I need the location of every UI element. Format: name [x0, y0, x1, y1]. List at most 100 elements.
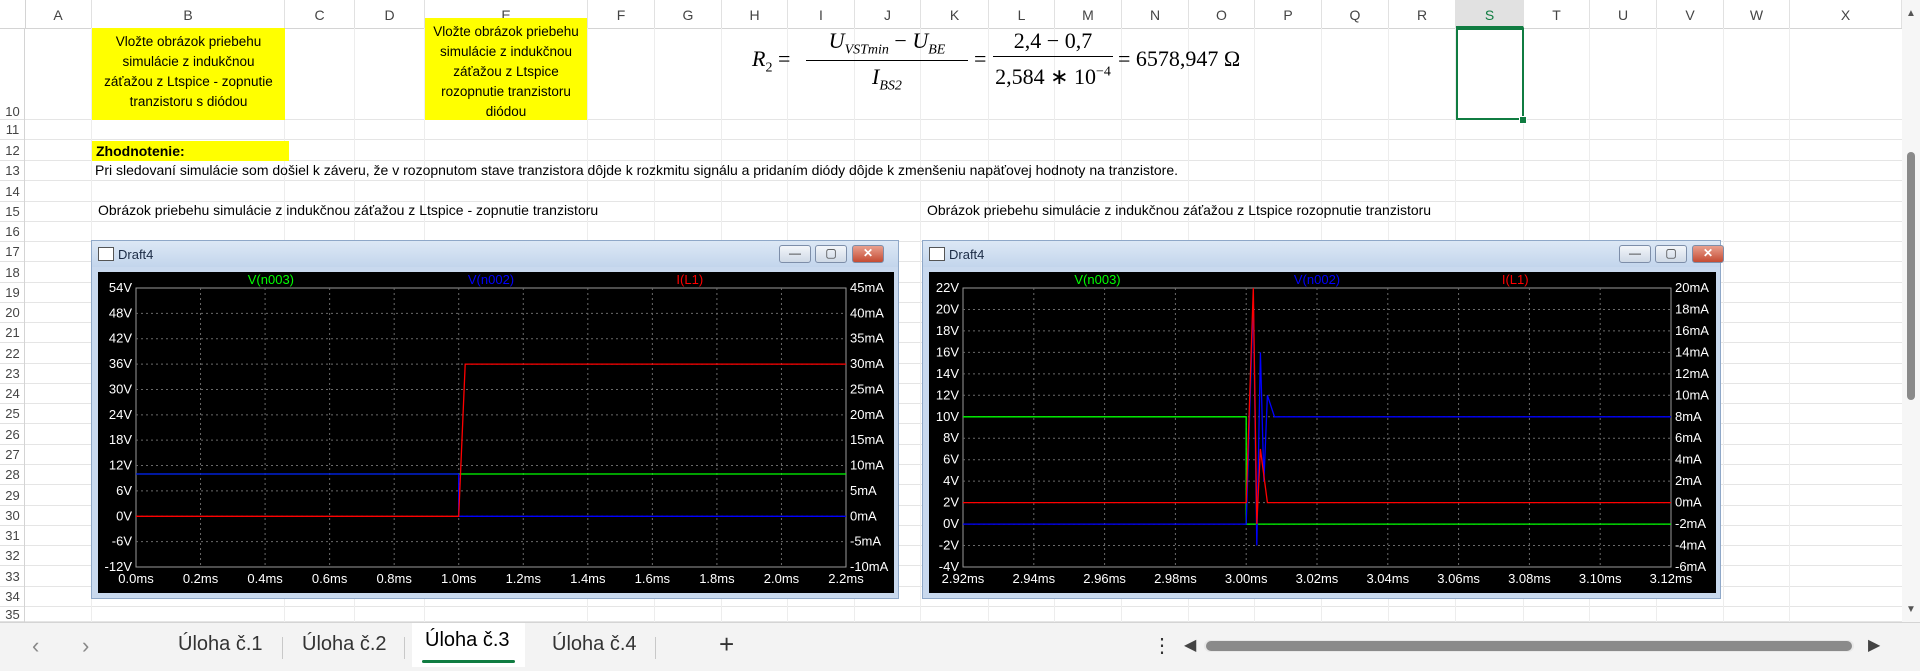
formula-lhs-sub: 2 — [765, 60, 773, 76]
scroll-thumb[interactable] — [1907, 152, 1915, 400]
maximize-button[interactable]: ▢ — [815, 245, 847, 263]
ltspice-window-left[interactable]: Draft4 — ▢ ✕ 0.0ms 0.2ms 0.4ms 0.6ms 0.8ms 1.… — [91, 240, 899, 599]
row-header-23[interactable]: 23 — [0, 364, 25, 384]
column-header-a[interactable]: A — [25, 0, 92, 28]
column-header-d[interactable]: D — [355, 0, 425, 28]
column-header-j[interactable]: J — [855, 0, 921, 28]
window-title: Draft4 — [118, 247, 154, 262]
ltspice-waveform-icon — [98, 247, 114, 261]
column-header-l[interactable]: L — [989, 0, 1055, 28]
row-header-13[interactable]: 13 — [0, 161, 25, 181]
y-right-tick-label: 25mA — [850, 381, 884, 396]
column-header-x[interactable]: X — [1790, 0, 1902, 28]
column-header-t[interactable]: T — [1524, 0, 1590, 28]
column-header-s[interactable]: S — [1456, 0, 1524, 28]
y-left-tick-label: 8V — [943, 430, 959, 445]
y-left-tick-label: -12V — [105, 559, 133, 574]
close-button[interactable]: ✕ — [852, 245, 884, 263]
hscroll-left-arrow[interactable]: ◀ — [1184, 635, 1196, 655]
column-header-w[interactable]: W — [1724, 0, 1790, 28]
column-header-p[interactable]: P — [1255, 0, 1322, 28]
window-titlebar[interactable]: Draft4 — ▢ ✕ — [92, 241, 898, 267]
x-tick-label: 0.6ms — [312, 571, 348, 586]
column-header-g[interactable]: G — [655, 0, 722, 28]
y-left-tick-label: 0V — [116, 508, 132, 523]
row-header-19[interactable]: 19 — [0, 283, 25, 303]
close-button[interactable]: ✕ — [1692, 245, 1724, 263]
sheet-tab-1[interactable]: Úloha č.1 — [178, 633, 263, 656]
prev-sheet-arrow[interactable]: ‹ — [32, 633, 39, 659]
row-header-29[interactable]: 29 — [0, 485, 25, 506]
y-right-tick-label: -6mA — [1675, 559, 1706, 574]
row-header-10[interactable]: 10 — [0, 28, 25, 120]
x-tick-label: 1.8ms — [699, 571, 735, 586]
y-right-tick-label: 12mA — [1675, 366, 1709, 381]
selected-cell-s10[interactable] — [1456, 28, 1524, 120]
row-header-34[interactable]: 34 — [0, 587, 25, 607]
column-header-u[interactable]: U — [1590, 0, 1657, 28]
row-header-11[interactable]: 11 — [0, 120, 25, 140]
evaluation-label-cell: Zhodnotenie: — [92, 141, 289, 161]
sheet-tab-3-active[interactable]: Úloha č.3 — [412, 623, 525, 667]
ltspice-window-right[interactable]: Draft4 — ▢ ✕ 2.92ms 2.94ms 2.96ms 2.98ms 3.0… — [922, 240, 1724, 599]
minimize-button[interactable]: — — [1619, 245, 1651, 263]
fill-handle[interactable] — [1519, 116, 1527, 124]
y-right-tick-label: 5mA — [850, 483, 877, 498]
y-left-tick-label: 22V — [936, 280, 959, 295]
window-titlebar[interactable]: Draft4 — ▢ ✕ — [923, 241, 1724, 267]
hscroll-right-arrow[interactable]: ▶ — [1868, 635, 1880, 655]
row-header-16[interactable]: 16 — [0, 222, 25, 242]
row-header-17[interactable]: 17 — [0, 242, 25, 262]
plot-area[interactable]: 0.0ms 0.2ms 0.4ms 0.6ms 0.8ms 1.0ms 1.2ms 1.4ms… — [98, 272, 894, 593]
formula-num2: U — [912, 28, 929, 53]
next-sheet-arrow[interactable]: › — [82, 633, 89, 659]
column-header-n[interactable]: N — [1122, 0, 1189, 28]
column-header-m[interactable]: M — [1055, 0, 1122, 28]
column-header-i[interactable]: I — [788, 0, 855, 28]
column-header-c[interactable]: C — [285, 0, 355, 28]
row-header-33[interactable]: 33 — [0, 566, 25, 587]
vertical-scrollbar[interactable]: ▲ ▼ — [1902, 0, 1920, 622]
column-header-r[interactable]: R — [1389, 0, 1456, 28]
hscroll-thumb[interactable] — [1206, 641, 1852, 651]
y-right-tick-label: 20mA — [1675, 280, 1709, 295]
row-header-26[interactable]: 26 — [0, 424, 25, 445]
row-header-22[interactable]: 22 — [0, 343, 25, 364]
select-all-corner[interactable] — [0, 0, 26, 28]
sheet-tab-2[interactable]: Úloha č.2 — [302, 633, 387, 656]
maximize-button[interactable]: ▢ — [1655, 245, 1687, 263]
row-header-21[interactable]: 21 — [0, 323, 25, 343]
sheet-tab-4[interactable]: Úloha č.4 — [552, 633, 637, 656]
row-header-30[interactable]: 30 — [0, 506, 25, 526]
y-right-tick-label: 15mA — [850, 432, 884, 447]
row-header-20[interactable]: 20 — [0, 303, 25, 323]
y-left-tick-label: 48V — [109, 305, 132, 320]
plot-area[interactable]: 2.92ms 2.94ms 2.96ms 2.98ms 3.00ms 3.02ms 3.04… — [929, 272, 1716, 593]
row-header-18[interactable]: 18 — [0, 262, 25, 283]
row-header-14[interactable]: 14 — [0, 181, 25, 202]
insert-image-box-e: Vložte obrázok priebehu simulácie z indu… — [425, 18, 587, 120]
row-header-32[interactable]: 32 — [0, 546, 25, 566]
row-header-15[interactable]: 15 — [0, 202, 25, 222]
row-header-31[interactable]: 31 — [0, 526, 25, 546]
scroll-down-arrow[interactable]: ▼ — [1906, 604, 1916, 615]
column-header-h[interactable]: H — [722, 0, 788, 28]
row-header-28[interactable]: 28 — [0, 465, 25, 485]
scroll-up-arrow[interactable]: ▲ — [1906, 8, 1916, 19]
x-tick-label: 2.98ms — [1154, 571, 1197, 586]
row-header-25[interactable]: 25 — [0, 404, 25, 424]
add-sheet-button[interactable]: + — [719, 629, 734, 660]
y-right-tick-label: 18mA — [1675, 301, 1709, 316]
row-header-27[interactable]: 27 — [0, 445, 25, 465]
column-header-k[interactable]: K — [921, 0, 989, 28]
row-header-35[interactable]: 35 — [0, 607, 25, 622]
column-header-q[interactable]: Q — [1322, 0, 1389, 28]
row-header-12[interactable]: 12 — [0, 140, 25, 161]
row-header-24[interactable]: 24 — [0, 384, 25, 404]
column-header-o[interactable]: O — [1189, 0, 1255, 28]
column-header-f[interactable]: F — [588, 0, 655, 28]
more-options-icon[interactable]: ⋮ — [1152, 633, 1172, 658]
column-header-v[interactable]: V — [1657, 0, 1724, 28]
minimize-button[interactable]: — — [779, 245, 811, 263]
column-header-b[interactable]: B — [92, 0, 285, 28]
